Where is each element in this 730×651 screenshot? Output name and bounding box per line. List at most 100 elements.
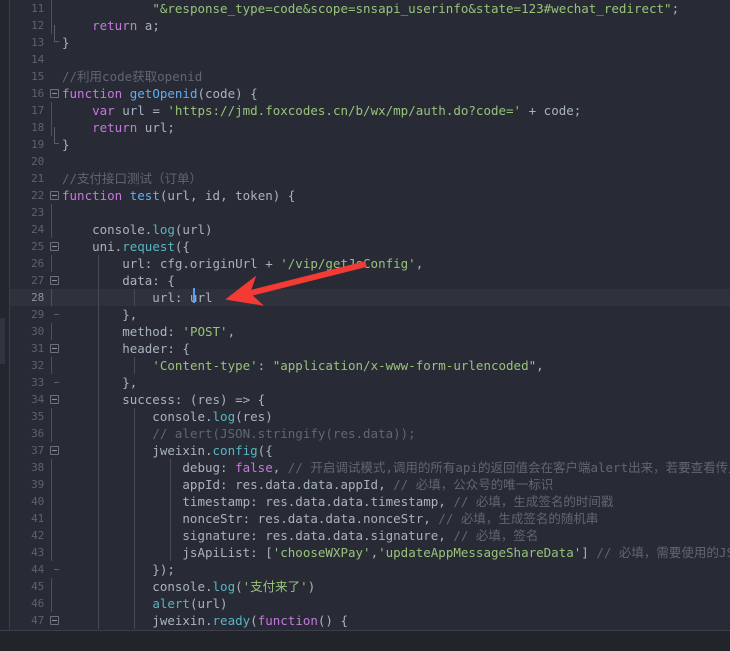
code-line[interactable]: 43 jsApiList: ['chooseWXPay','updateAppM… xyxy=(10,544,730,561)
code-text: method: 'POST', xyxy=(62,323,235,340)
code-editor[interactable]: 11 "&response_type=code&scope=snsapi_use… xyxy=(0,0,730,651)
fold-collapse-icon[interactable] xyxy=(50,344,59,353)
code-text: } xyxy=(62,136,70,153)
editor-left-rail[interactable] xyxy=(0,0,10,630)
code-content-area[interactable]: 11 "&response_type=code&scope=snsapi_use… xyxy=(10,0,730,630)
code-line[interactable]: 42 signature: res.data.data.signature, /… xyxy=(10,527,730,544)
code-line[interactable]: 32 'Content-type': "application/x-www-fo… xyxy=(10,357,730,374)
fold-collapse-icon[interactable] xyxy=(50,616,59,625)
code-line[interactable]: 27 data: { xyxy=(10,272,730,289)
fold-collapse-icon[interactable] xyxy=(50,191,59,200)
code-line[interactable]: 30 method: 'POST', xyxy=(10,323,730,340)
code-line[interactable]: 34 success: (res) => { xyxy=(10,391,730,408)
code-line[interactable]: 16 function getOpenid(code) { xyxy=(10,85,730,102)
code-line[interactable]: 37 jweixin.config({ xyxy=(10,442,730,459)
token-pun: uni. xyxy=(62,239,123,254)
token-mth: log xyxy=(212,409,236,424)
token-cmt: //支付接口测试（订单） xyxy=(62,171,203,186)
token-str: "&response_type=code&scope=snsapi_userin… xyxy=(152,1,672,16)
token-mth: ready xyxy=(212,613,251,628)
line-number: 39 xyxy=(31,478,44,491)
fold-collapse-icon[interactable] xyxy=(50,89,59,98)
token-pun: data: { xyxy=(62,273,175,288)
token-pun: timestamp: res.data.data.timestamp, xyxy=(62,494,454,509)
code-line[interactable]: 38 debug: false, // 开启调试模式,调用的所有api的返回值会… xyxy=(10,459,730,476)
line-number: 35 xyxy=(31,410,44,423)
code-text: success: (res) => { xyxy=(62,391,265,408)
code-text: 'Content-type': "application/x-www-form-… xyxy=(62,357,544,374)
scrollbar-thumb[interactable] xyxy=(0,318,5,364)
code-line[interactable]: 39 appId: res.data.data.appId, // 必填，公众号… xyxy=(10,476,730,493)
code-line[interactable]: 46 alert(url) xyxy=(10,595,730,612)
token-str: 'POST' xyxy=(182,324,228,339)
token-pun: (url) xyxy=(174,222,213,237)
code-text: url: url xyxy=(62,289,212,306)
token-cmt: // 开启调试模式,调用的所有api的返回值会在客户端alert出来，若要查看传… xyxy=(287,460,730,475)
line-number: 26 xyxy=(31,257,44,270)
code-line[interactable]: 28 url: url xyxy=(10,289,730,306)
code-text: return a; xyxy=(62,17,160,34)
token-kw: false xyxy=(235,460,273,475)
code-line[interactable]: 24 console.log(url) xyxy=(10,221,730,238)
code-line[interactable]: 20 xyxy=(10,153,730,170)
code-line[interactable]: 44 }); xyxy=(10,561,730,578)
code-line[interactable]: 35 console.log(res) xyxy=(10,408,730,425)
code-line[interactable]: 18 return url; xyxy=(10,119,730,136)
token-str: 'chooseWXPay' xyxy=(272,545,371,560)
code-line[interactable]: 29 }, xyxy=(10,306,730,323)
code-line[interactable]: 19} xyxy=(10,127,730,153)
code-text: var url = 'https://jmd.foxcodes.cn/b/wx/… xyxy=(62,102,581,119)
code-line[interactable]: 14 xyxy=(10,51,730,68)
code-line[interactable]: 41 nonceStr: res.data.data.nonceStr, // … xyxy=(10,510,730,527)
line-number: 19 xyxy=(31,138,44,151)
code-text: return url; xyxy=(62,119,175,136)
code-line[interactable]: 17 var url = 'https://jmd.foxcodes.cn/b/… xyxy=(10,102,730,119)
token-pun: url; xyxy=(137,120,175,135)
code-text: // alert(JSON.stringify(res.data)); xyxy=(62,425,415,442)
fold-range-rail xyxy=(51,323,52,340)
code-line[interactable]: 23 xyxy=(10,204,730,221)
code-text: url: cfg.originUrl + '/vip/getJsConfig', xyxy=(62,255,423,272)
fold-collapse-icon[interactable] xyxy=(50,446,59,455)
token-str: "application/x-www-form-urlencoded" xyxy=(272,358,537,373)
code-line[interactable]: 45 console.log('支付来了') xyxy=(10,578,730,595)
line-number: 25 xyxy=(31,240,44,253)
line-number: 23 xyxy=(31,206,44,219)
code-text: timestamp: res.data.data.timestamp, // 必… xyxy=(62,493,613,510)
fold-range-end-icon xyxy=(51,127,61,153)
code-line[interactable]: 22 function test(url, id, token) { xyxy=(10,187,730,204)
token-pun: ; xyxy=(671,1,680,16)
code-line[interactable]: 36 // alert(JSON.stringify(res.data)); xyxy=(10,425,730,442)
token-pun: ( xyxy=(250,613,258,628)
token-pun: , xyxy=(536,358,544,373)
code-line[interactable]: 47 jweixin.ready(function() { xyxy=(10,612,730,629)
code-line[interactable]: 12 return a; xyxy=(10,17,730,34)
fold-collapse-icon[interactable] xyxy=(50,276,59,285)
token-pun xyxy=(62,103,92,118)
token-pun: console. xyxy=(62,222,153,237)
code-line[interactable]: 21 //支付接口测试（订单） xyxy=(10,170,730,187)
fold-collapse-icon[interactable] xyxy=(50,242,59,251)
code-line[interactable]: 25 uni.request({ xyxy=(10,238,730,255)
code-line[interactable]: 33 }, xyxy=(10,374,730,391)
code-line[interactable]: 15 //利用code获取openid xyxy=(10,68,730,85)
fold-range-rail xyxy=(51,510,52,527)
code-text: jweixin.config({ xyxy=(62,442,272,459)
fold-collapse-icon[interactable] xyxy=(50,395,59,404)
code-text: //利用code获取openid xyxy=(62,68,202,85)
token-kw: var xyxy=(92,103,115,118)
token-str: '/vip/getJsConfig' xyxy=(280,256,416,271)
code-line[interactable]: 31 header: { xyxy=(10,340,730,357)
code-line[interactable]: 13} xyxy=(10,25,730,51)
text-cursor xyxy=(193,288,195,303)
code-line[interactable]: 11 "&response_type=code&scope=snsapi_use… xyxy=(10,0,730,17)
line-number: 24 xyxy=(31,223,44,236)
token-pun xyxy=(122,188,130,203)
token-str: 'https://jmd.foxcodes.cn/b/wx/mp/auth.do… xyxy=(167,103,522,118)
fold-range-end-icon xyxy=(51,374,61,391)
code-text: appId: res.data.data.appId, // 必填，公众号的唯一… xyxy=(62,476,553,493)
line-number: 27 xyxy=(31,274,44,287)
code-line[interactable]: 26 url: cfg.originUrl + '/vip/getJsConfi… xyxy=(10,255,730,272)
code-line[interactable]: 40 timestamp: res.data.data.timestamp, /… xyxy=(10,493,730,510)
code-text: debug: false, // 开启调试模式,调用的所有api的返回值会在客户… xyxy=(62,459,730,476)
